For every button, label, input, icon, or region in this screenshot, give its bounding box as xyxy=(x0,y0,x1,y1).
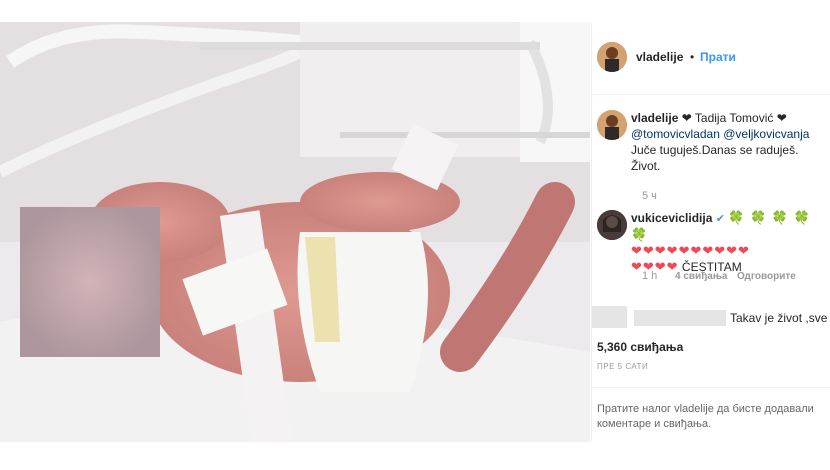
caption-body: Juče tuguješ.Danas se raduješ. Život. xyxy=(631,143,799,173)
comment: vukiceviclidija ✔ 🍀 🍀 🍀 🍀 🍀 ❤❤❤❤❤❤❤❤❤❤ ❤… xyxy=(631,210,830,275)
post-header: vladelije • Прати xyxy=(592,22,830,95)
blurred-username xyxy=(634,310,726,326)
likes-count[interactable]: 5,360 свиђања xyxy=(597,340,683,354)
post-side-panel: vladelije • Прати vladelije ❤ Tadija Tom… xyxy=(591,22,830,442)
post-username[interactable]: vladelije xyxy=(636,50,683,64)
comment-likes[interactable]: 4 свиђања xyxy=(675,271,728,282)
incubator-photo xyxy=(0,22,590,442)
post-photo xyxy=(0,22,590,442)
footer-notice-text: Пратите налог vladelije да бисте додавал… xyxy=(597,403,814,430)
mention-link[interactable]: @veljkovicvanja xyxy=(723,127,809,141)
reply-button[interactable]: Одговорите xyxy=(737,271,796,282)
footer-notice: Пратите налог vladelije да бисте додавал… xyxy=(592,387,830,442)
blurred-comment-text: Takav je život ,sve xyxy=(730,311,828,325)
caption-avatar[interactable] xyxy=(597,110,627,140)
header-separator: • xyxy=(690,50,695,64)
caption-name: Tadija Tomović xyxy=(694,111,774,125)
caption-time: 5 ч xyxy=(642,190,657,202)
top-bar xyxy=(0,0,830,22)
instagram-embed: vladelije • Прати vladelije ❤ Tadija Tom… xyxy=(0,0,830,470)
avatar-image xyxy=(597,42,627,72)
follow-button[interactable]: Прати xyxy=(700,50,736,64)
posted-time: ПРЕ 5 САТИ xyxy=(597,362,649,371)
caption: vladelije ❤ Tadija Tomović ❤ @tomovicvla… xyxy=(631,110,830,174)
avatar[interactable] xyxy=(597,42,627,72)
caption-username[interactable]: vladelije xyxy=(631,111,678,125)
bottom-bar xyxy=(0,442,830,470)
blurred-avatar xyxy=(592,306,627,328)
verified-icon: ✔ xyxy=(715,213,725,225)
mention-link[interactable]: @tomovicvladan xyxy=(631,127,720,141)
heart-icon: ❤ xyxy=(776,111,787,125)
comment-username[interactable]: vukiceviclidija xyxy=(631,211,712,225)
comment-time: 1 h xyxy=(642,270,658,282)
heart-icon: ❤ xyxy=(681,111,692,125)
avatar-image xyxy=(597,110,627,140)
heart-emojis-row1: ❤❤❤❤❤❤❤❤❤❤ xyxy=(631,243,750,258)
avatar-image xyxy=(597,210,627,240)
comment-avatar[interactable] xyxy=(597,210,627,240)
